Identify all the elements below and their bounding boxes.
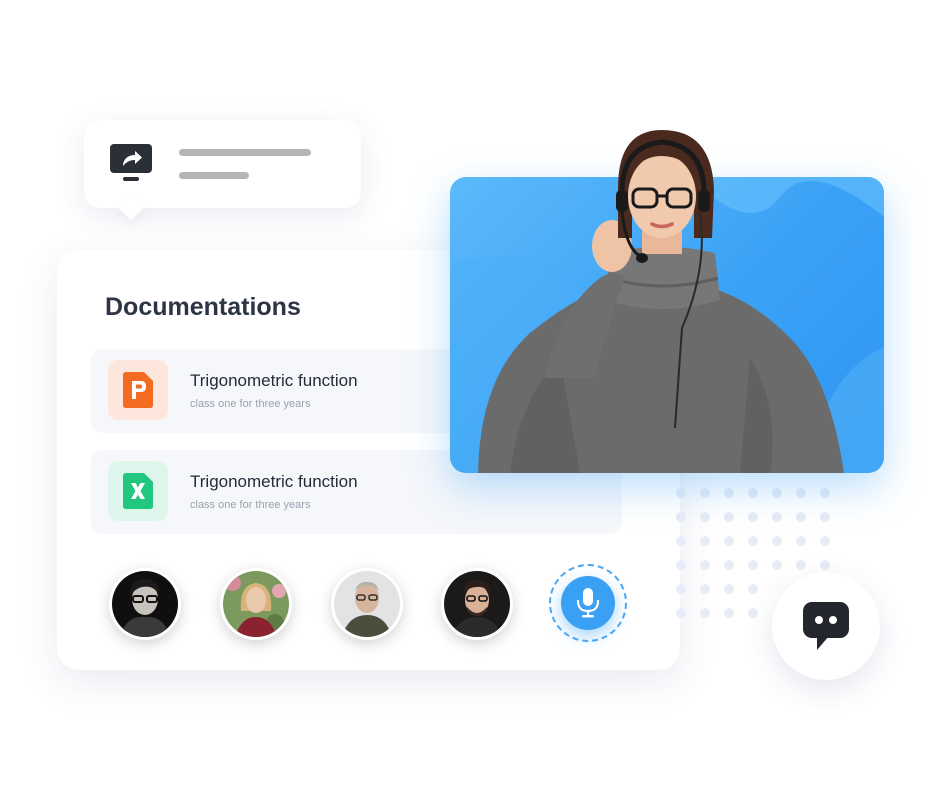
powerpoint-file-icon (108, 360, 168, 420)
panel-title: Documentations (105, 293, 301, 321)
screen-share-icon[interactable] (110, 144, 152, 184)
support-agent-video (450, 128, 884, 473)
participant-avatar[interactable] (331, 568, 403, 640)
chat-bubble-icon (803, 602, 849, 650)
document-title: Trigonometric function (190, 371, 358, 390)
participant-avatar[interactable] (220, 568, 292, 640)
participant-avatar[interactable] (109, 568, 181, 640)
microphone-button[interactable] (561, 576, 615, 630)
placeholder-line (179, 149, 311, 156)
document-subtitle: class one for three years (190, 398, 311, 410)
document-title: Trigonometric function (190, 472, 358, 491)
participant-avatar[interactable] (441, 568, 513, 640)
document-subtitle: class one for three years (190, 499, 311, 511)
placeholder-line (179, 172, 249, 179)
excel-file-icon (108, 461, 168, 521)
share-screen-card (84, 120, 361, 208)
chat-button[interactable] (772, 572, 880, 680)
microphone-icon (576, 588, 600, 618)
